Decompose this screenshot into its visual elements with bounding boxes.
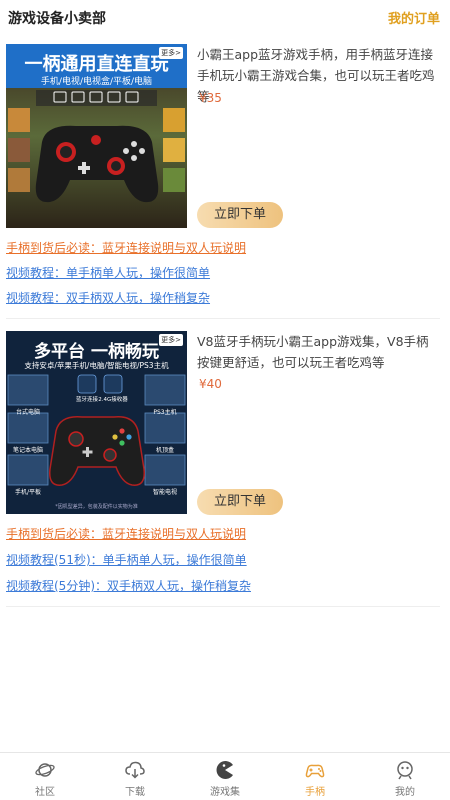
image-footnote: *因机型差异，包装及配件以实物为准: [55, 504, 138, 510]
product-image[interactable]: 多平台 一柄畅玩 支持安卓/苹果手机/电脑/智能电视/PS3主机 更多> 台式电…: [6, 331, 187, 514]
product-price: ¥40: [199, 377, 222, 391]
tab-download[interactable]: 下载: [90, 753, 180, 800]
product-price: ¥35: [199, 91, 222, 105]
profile-icon: [397, 761, 413, 780]
device-label: 笔记本电脑: [12, 447, 43, 454]
gamepad-icon: [305, 764, 325, 778]
device-label: 手机/平板: [14, 489, 42, 496]
pacman-icon: [216, 761, 233, 779]
setup-guide-link[interactable]: 手柄到货后必读：蓝牙连接说明与双人玩说明: [6, 525, 246, 542]
bottom-tab-bar: 社区 下载 游戏集 手柄 我的: [0, 752, 450, 800]
device-label: PS3主机: [153, 409, 177, 416]
buy-now-button[interactable]: 立即下单: [197, 489, 283, 515]
tab-label: 我的: [395, 787, 415, 798]
tab-label: 社区: [35, 787, 55, 798]
device-label: 台式电脑: [15, 409, 40, 416]
divider: [6, 318, 440, 319]
product-description: V8蓝牙手柄玩小霸王app游戏集，V8手柄按键更舒适，也可以玩王者吃鸡等: [197, 334, 429, 370]
device-label: 机顶盒: [155, 447, 174, 454]
connection-label: 2.4G接收器: [98, 397, 128, 403]
tab-community[interactable]: 社区: [0, 753, 90, 800]
planet-icon: [35, 763, 55, 777]
two-player-video-link[interactable]: 视频教程(5分钟)：双手柄双人玩，操作稍复杂: [6, 577, 251, 594]
tab-gamepad[interactable]: 手柄: [270, 753, 360, 800]
setup-guide-link[interactable]: 手柄到货后必读：蓝牙连接说明与双人玩说明: [6, 239, 246, 256]
image-subline: 手机/电视/电视盒/平板/电脑: [40, 77, 153, 87]
tab-game-collection[interactable]: 游戏集: [180, 753, 270, 800]
single-player-video-link[interactable]: 视频教程：单手柄单人玩，操作很简单: [6, 264, 210, 281]
page-title: 游戏设备小卖部: [8, 11, 106, 27]
tab-label: 游戏集: [210, 787, 240, 798]
product-image[interactable]: 一柄通用直连直玩 手机/电视/电视盒/平板/电脑 更多>: [6, 44, 187, 228]
my-orders-link[interactable]: 我的订单: [388, 8, 440, 27]
two-player-video-link[interactable]: 视频教程：双手柄双人玩，操作稍复杂: [6, 289, 210, 306]
product-description: 小霸王app蓝牙游戏手柄，用手柄蓝牙连接手机玩小霸王游戏合集，也可以玩王者吃鸡等: [197, 47, 435, 104]
image-subline: 支持安卓/苹果手机/电脑/智能电视/PS3主机: [24, 361, 169, 370]
tab-profile[interactable]: 我的: [360, 753, 450, 800]
more-tag: 更多>: [159, 47, 183, 59]
tab-label: 下载: [125, 787, 145, 798]
tab-label: 手柄: [305, 787, 325, 798]
buy-now-button[interactable]: 立即下单: [197, 202, 283, 228]
more-tag: 更多>: [159, 334, 183, 346]
single-player-video-link[interactable]: 视频教程(51秒)：单手柄单人玩，操作很简单: [6, 551, 247, 568]
divider: [6, 606, 440, 607]
cloud-download-icon: [125, 761, 145, 779]
device-label: 智能电视: [152, 489, 177, 496]
top-bar: 游戏设备小卖部 我的订单: [0, 0, 450, 34]
